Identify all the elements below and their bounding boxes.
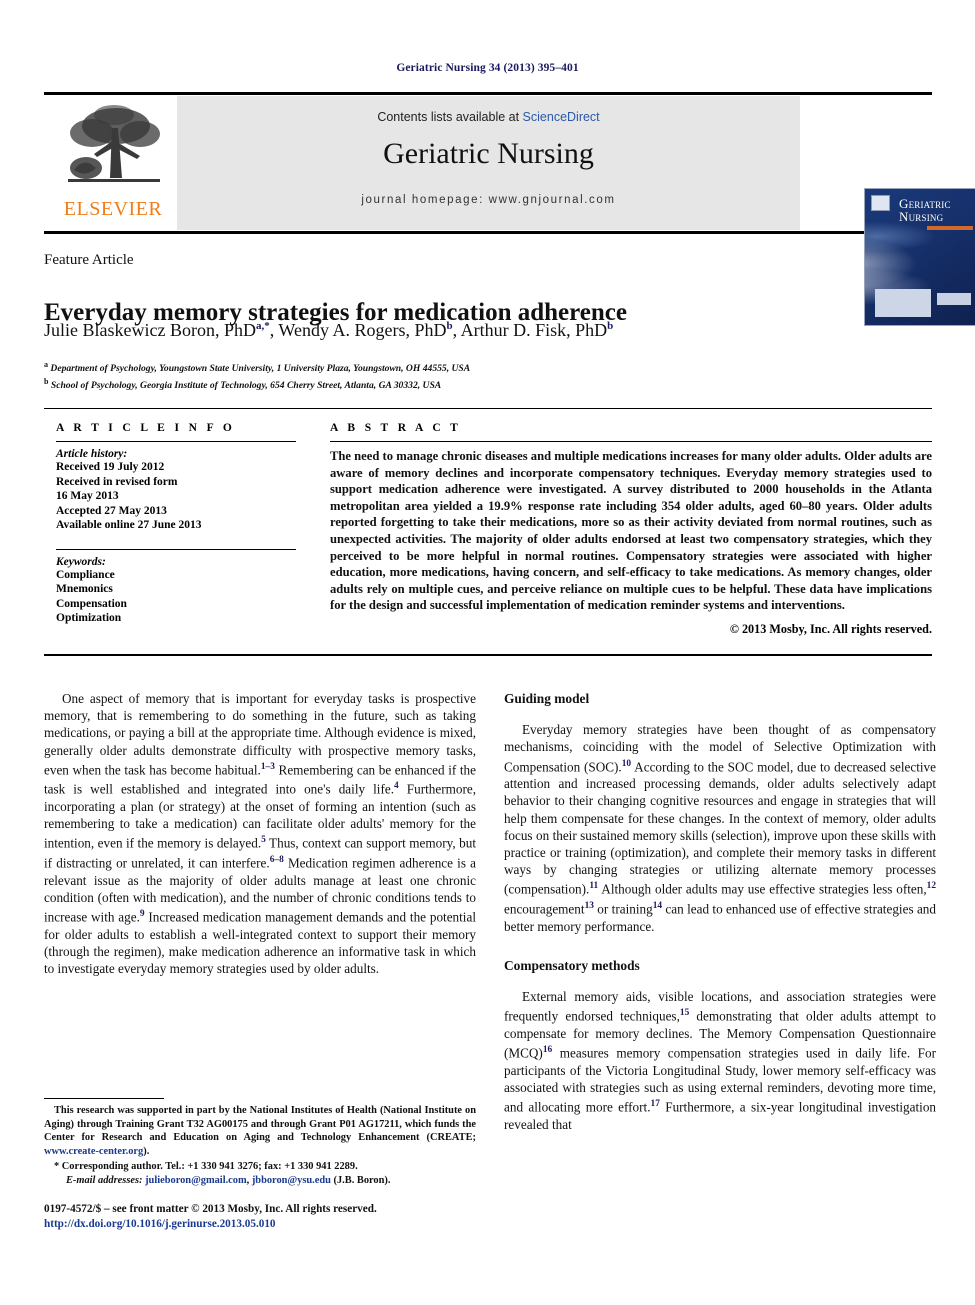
list-item: Received in revised form: [56, 475, 178, 488]
keywords-list: Compliance Mnemonics Compensation Optimizat…: [56, 568, 296, 626]
elsevier-logo: ELSEVIER: [54, 100, 172, 228]
author-list: Julie Blaskewicz Boron, PhDa,*, Wendy A.…: [44, 320, 614, 340]
colophon: 0197-4572/$ – see front matter © 2013 Mo…: [44, 1202, 504, 1231]
affiliations: a Department of Psychology, Youngstown S…: [44, 358, 874, 392]
journal-title: Geriatric Nursing: [383, 137, 594, 170]
body-column-right: Guiding model Everyday memory strategies…: [504, 690, 936, 1133]
contents-available-line: Contents lists available at ScienceDirec…: [177, 110, 800, 124]
footnote-block: This research was supported in part by t…: [44, 1104, 476, 1188]
section-heading-compensatory-methods: Compensatory methods: [504, 957, 640, 973]
list-item: Accepted 27 May 2013: [56, 504, 167, 517]
list-item: 16 May 2013: [56, 490, 119, 502]
info-rule-top: [44, 408, 932, 409]
intro-paragraph: One aspect of memory that is important f…: [44, 691, 476, 976]
running-head: Geriatric Nursing 34 (2013) 395–401: [396, 62, 579, 74]
body-column-left: One aspect of memory that is important f…: [44, 690, 476, 977]
abstract-divider: [330, 441, 932, 442]
article-info-heading: A R T I C L E I N F O: [56, 422, 236, 434]
list-item: Compensation: [56, 597, 127, 610]
journal-homepage-line[interactable]: journal homepage: www.gnjournal.com: [177, 194, 800, 206]
cover-title: Geriatric Nursing: [899, 197, 973, 223]
list-item: Optimization: [56, 612, 122, 624]
keywords-block: Keywords: Compliance Mnemonics Compensatio…: [56, 548, 296, 626]
article-info-column: A R T I C L E I N F O Article history: R…: [56, 422, 296, 626]
keywords-label: Keywords:: [56, 555, 106, 568]
cover-footer-marks: [937, 293, 971, 305]
doi-link[interactable]: http://dx.doi.org/10.1016/j.gerinurse.20…: [44, 1217, 504, 1232]
cover-blank-panel: [875, 289, 931, 317]
affiliation-b-text: School of Psychology, Georgia Institute …: [50, 380, 442, 392]
email-addresses-note: E-mail addresses: julieboron@gmail.com, …: [66, 1174, 391, 1186]
list-item: Mnemonics: [56, 583, 113, 595]
masthead-rule-bottom: [44, 231, 932, 234]
journal-cover-thumbnail: Geriatric Nursing: [864, 188, 975, 326]
contents-prefix-text: Contents lists available at: [377, 110, 523, 124]
journal-masthead: Contents lists available at ScienceDirec…: [44, 92, 975, 326]
journal-article-page: Geriatric Nursing 34 (2013) 395–401 Cont…: [0, 0, 975, 1305]
cover-title-line2: Nursing: [899, 209, 944, 224]
abstract-copyright: © 2013 Mosby, Inc. All rights reserved.: [729, 621, 932, 636]
corresponding-author-note: * Corresponding author. Tel.: +1 330 941…: [54, 1161, 358, 1173]
cover-subtitle-bar: [927, 226, 973, 230]
masthead-rule-top: [44, 92, 932, 95]
sciencedirect-link[interactable]: ScienceDirect: [523, 110, 600, 124]
footnote-rule: [44, 1098, 164, 1099]
info-rule-bottom: [44, 654, 932, 656]
list-item: Available online 27 June 2013: [56, 519, 202, 531]
article-history-label: Article history:: [56, 448, 128, 460]
keywords-divider: [56, 548, 296, 550]
funding-note: This research was supported in part by t…: [44, 1105, 476, 1157]
issn-line: 0197-4572/$ – see front matter © 2013 Mo…: [44, 1203, 377, 1215]
elsevier-wordmark: ELSEVIER: [63, 198, 163, 220]
list-item: Received 19 July 2012: [56, 461, 165, 473]
article-history-list: Received 19 July 2012 Received in revised…: [56, 460, 296, 533]
article-type-label: Feature Article: [44, 252, 134, 268]
article-info-divider: [56, 441, 296, 442]
guiding-model-paragraph: Everyday memory strategies have been tho…: [504, 722, 936, 934]
abstract-heading: A B S T R A C T: [330, 422, 462, 434]
cover-publisher-badge-icon: [871, 195, 890, 211]
affiliation-b: b School of Psychology, Georgia Institut…: [44, 377, 442, 392]
list-item: Compliance: [56, 568, 115, 581]
section-heading-guiding-model: Guiding model: [504, 691, 590, 706]
abstract-text: The need to manage chronic diseases and …: [330, 449, 932, 613]
compensatory-methods-paragraph: External memory aids, visible locations,…: [504, 989, 937, 1132]
affiliation-a-text: Department of Psychology, Youngstown Sta…: [50, 363, 471, 375]
abstract-column: A B S T R A C T The need to manage chron…: [330, 422, 932, 637]
elsevier-tree-icon: [68, 105, 160, 182]
affiliation-a: a Department of Psychology, Youngstown S…: [44, 360, 471, 375]
